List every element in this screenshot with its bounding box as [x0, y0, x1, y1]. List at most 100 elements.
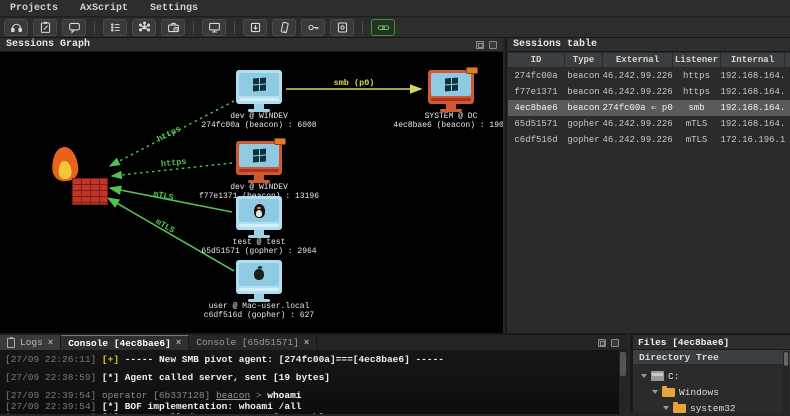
col-id[interactable]: ID	[508, 53, 565, 68]
sessions-graph-icon[interactable]	[132, 19, 156, 36]
chat-icon[interactable]	[62, 19, 86, 36]
menu-projects[interactable]: Projects	[10, 3, 58, 14]
console-line: [27/09 22:39:54] [*] BOF implementation:…	[5, 401, 622, 412]
session-row-65d51571[interactable]: 65d51571gopher46.242.99.226mTLS192.168.1…	[508, 116, 790, 132]
cell-listener: mTLS	[673, 132, 721, 148]
col-internal[interactable]: Internal	[721, 53, 785, 68]
sessions-graph-title: Sessions Graph	[6, 39, 90, 50]
script-edit-icon[interactable]	[33, 19, 57, 36]
drive-icon	[651, 371, 664, 381]
tree-item-c-drive[interactable]: C:	[639, 368, 790, 384]
console-panel: Logs × Console [4ec8bae6] × Console [65d…	[0, 333, 627, 413]
session-row-274fc00a[interactable]: 274fc00abeacon46.242.99.226https192.168.…	[508, 68, 790, 84]
link-status-icon[interactable]	[371, 19, 395, 36]
cell-internal: 192.168.164.158	[721, 100, 785, 116]
cell-id: 274fc00a	[508, 68, 565, 84]
cell-extra: DO	[785, 68, 790, 84]
graph-node-274fc00a[interactable]: dev @ WINDEV 274fc00a (beacon) : 6008	[194, 70, 324, 130]
tab-logs[interactable]: Logs ×	[0, 335, 61, 350]
cell-external: 274fc00a ⇐ p0	[603, 100, 673, 116]
elevated-badge	[466, 67, 478, 74]
directory-tree-header[interactable]: Directory Tree	[633, 350, 790, 365]
console-scrollbar[interactable]	[619, 351, 627, 414]
tab-console-4ec8bae6[interactable]: Console [4ec8bae6] ×	[61, 335, 189, 350]
sessions-list-icon[interactable]	[103, 19, 127, 36]
sessions-table-title: Sessions table	[513, 39, 597, 50]
toolbar	[0, 18, 790, 38]
folder-icon	[662, 388, 675, 397]
close-tab-icon[interactable]: ×	[304, 338, 309, 348]
cell-extra: DO	[785, 100, 790, 116]
files-title: Files [4ec8bae6]	[638, 337, 729, 348]
close-tab-icon[interactable]: ×	[48, 338, 53, 348]
node-label: SYSTEM @ DC	[386, 112, 503, 121]
graph-node-4ec8bae6[interactable]: SYSTEM @ DC 4ec8bae6 (beacon) : 1904	[386, 70, 503, 130]
session-row-c6df516d[interactable]: c6df516dgopher46.242.99.226mTLS172.16.19…	[508, 132, 790, 148]
graph-node-c6df516d[interactable]: user @ Mac-user.local c6df516d (gopher) …	[194, 260, 324, 320]
cell-listener: https	[673, 68, 721, 84]
node-sublabel: 274fc00a (beacon) : 6008	[194, 121, 324, 130]
col-listener[interactable]: Listener	[673, 53, 721, 68]
beacon-link[interactable]: beacon	[216, 390, 250, 401]
cell-type: beacon	[565, 100, 603, 116]
files-scrollbar[interactable]	[783, 351, 789, 413]
logs-icon	[7, 338, 15, 348]
credentials-key-icon[interactable]	[301, 19, 325, 36]
console-output[interactable]: [27/09 22:26:11] [+] ----- New SMB pivot…	[0, 351, 627, 414]
expand-caret-icon[interactable]	[641, 374, 647, 378]
downloads-icon[interactable]	[243, 19, 267, 36]
session-row-4ec8bae6-selected[interactable]: 4ec8bae6beacon274fc00a ⇐ p0smb192.168.16…	[508, 100, 790, 116]
files-panel: Files [4ec8bae6] Directory Tree C: Windo…	[630, 333, 790, 413]
sessions-graph-canvas[interactable]: smb (p0) https https mTLS mTLS dev @ WIN…	[0, 52, 503, 333]
tab-label: Console [65d51571]	[196, 337, 299, 348]
remote-screen-icon[interactable]	[202, 19, 226, 36]
toolbar-separator	[94, 21, 95, 35]
cell-type: gopher	[565, 132, 603, 148]
edge-label-smb: smb (p0)	[334, 78, 375, 88]
cell-id: 65d51571	[508, 116, 565, 132]
tree-item-label: Windows	[679, 387, 719, 398]
menu-settings[interactable]: Settings	[150, 3, 198, 14]
cell-external: 46.242.99.226	[603, 84, 673, 100]
col-external[interactable]: External	[603, 53, 673, 68]
panel-maximize-icon[interactable]	[611, 339, 619, 347]
tab-label: Logs	[20, 337, 43, 348]
jobs-briefcase-icon[interactable]	[161, 19, 185, 36]
cell-external: 46.242.99.226	[603, 116, 673, 132]
screenshots-tablet-icon[interactable]	[330, 19, 354, 36]
graph-node-f77e1371[interactable]: dev @ WINDEV f77e1371 (beacon) : 13196	[194, 141, 324, 201]
close-tab-icon[interactable]: ×	[176, 338, 181, 348]
tab-console-65d51571[interactable]: Console [65d51571] ×	[189, 335, 317, 350]
tunnels-phone-icon[interactable]	[272, 19, 296, 36]
panel-maximize-icon[interactable]	[489, 41, 497, 49]
toolbar-separator	[193, 21, 194, 35]
cell-extra	[785, 132, 790, 148]
sessions-graph-panel: Sessions Graph smb (p0) https https mTLS…	[0, 38, 503, 333]
tree-item-label: C:	[668, 371, 679, 382]
headset-icon[interactable]	[4, 19, 28, 36]
session-row-f77e1371[interactable]: f77e1371beacon46.242.99.226https192.168.…	[508, 84, 790, 100]
node-sublabel: 65d51571 (gopher) : 2964	[194, 247, 324, 256]
tree-item-windows[interactable]: Windows	[639, 384, 790, 400]
folder-icon	[673, 404, 686, 413]
toolbar-separator	[362, 21, 363, 35]
tree-item-system32[interactable]: system32	[639, 400, 790, 416]
graph-node-65d51571[interactable]: test @ test 65d51571 (gopher) : 2964	[194, 196, 324, 256]
linux-penguin-icon	[254, 204, 265, 218]
expand-caret-icon[interactable]	[663, 406, 669, 410]
cell-id: 4ec8bae6	[508, 100, 565, 116]
cell-internal: 192.168.164.134	[721, 84, 785, 100]
cell-internal: 172.16.196.128	[721, 132, 785, 148]
expand-caret-icon[interactable]	[652, 390, 658, 394]
col-type[interactable]: Type	[565, 53, 603, 68]
node-label: dev @ WINDEV	[194, 112, 324, 121]
console-line: [27/09 22:39:54] operator [6b337128] bea…	[5, 390, 622, 401]
col-extra[interactable]	[785, 53, 790, 68]
edge-label-mtls-1: mTLS	[152, 189, 174, 203]
panel-detach-icon[interactable]	[476, 41, 484, 49]
elevated-badge	[274, 138, 286, 145]
console-line: [27/09 22:39:55] [*] Agent called server…	[5, 412, 622, 414]
menu-axscript[interactable]: AxScript	[80, 3, 128, 14]
console-line: [27/09 22:26:11] [+] ----- New SMB pivot…	[5, 354, 622, 365]
panel-detach-icon[interactable]	[598, 339, 606, 347]
